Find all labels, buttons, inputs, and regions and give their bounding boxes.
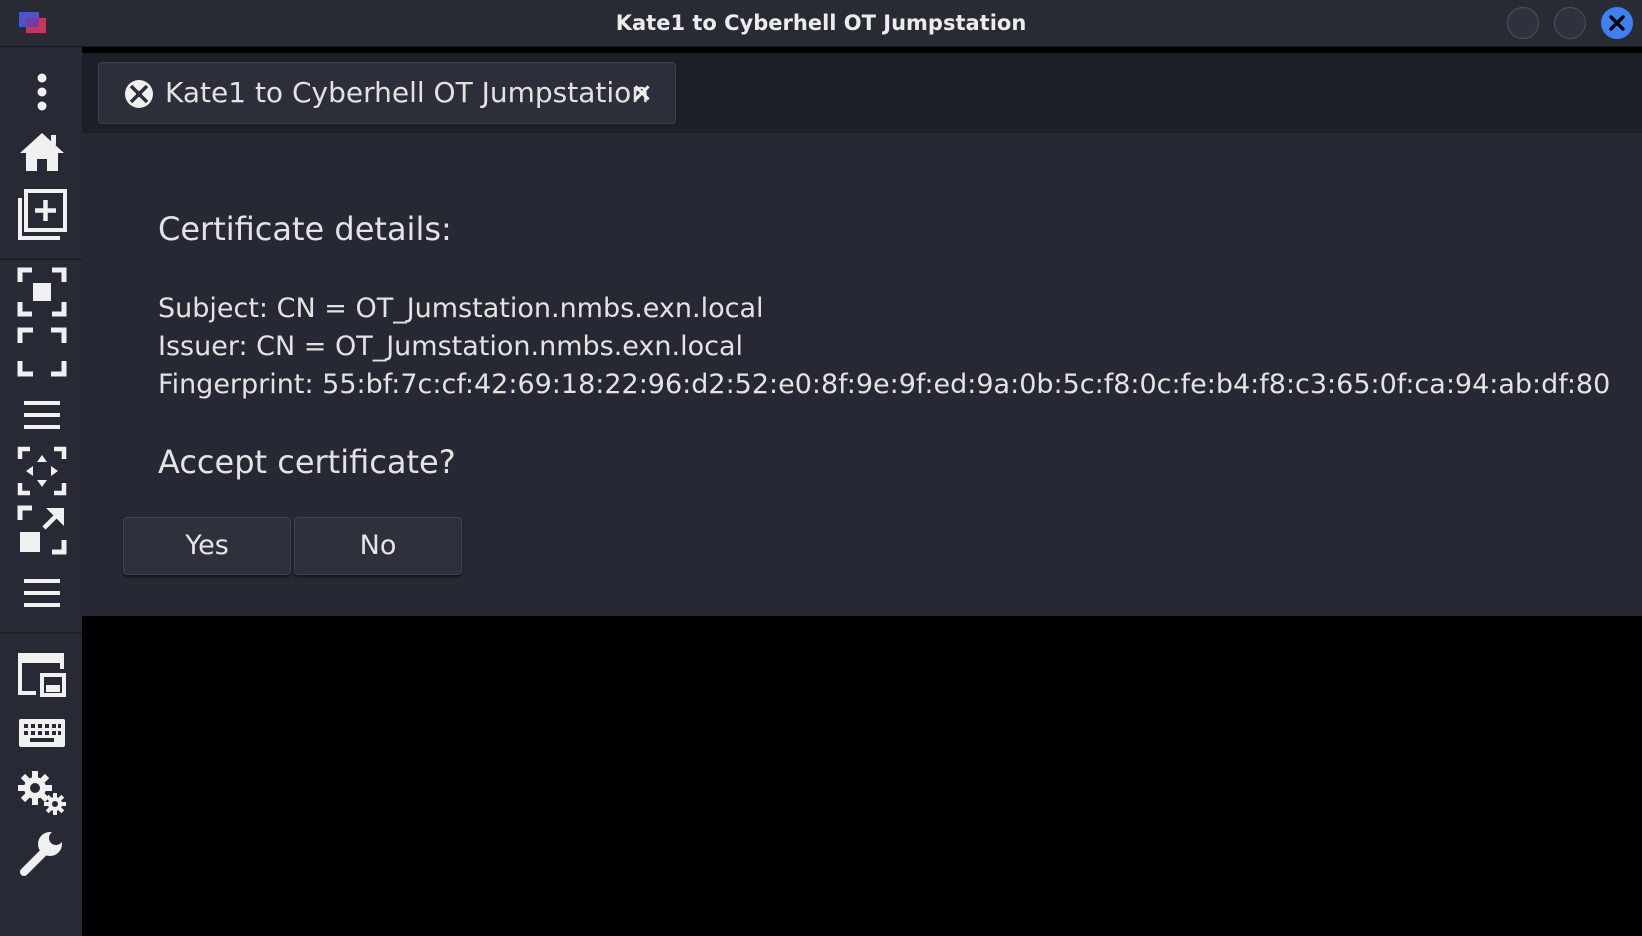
certificate-heading: Certificate details: bbox=[158, 210, 452, 248]
tab-close-button[interactable]: × bbox=[627, 63, 657, 123]
title-bar: Kate1 to Cyberhell OT Jumpstation bbox=[0, 0, 1642, 47]
menu-lines-icon[interactable] bbox=[16, 567, 68, 619]
display-window-icon[interactable] bbox=[16, 649, 68, 701]
close-icon bbox=[1609, 15, 1625, 31]
certificate-fingerprint: Fingerprint: 55:bf:7c:cf:42:69:18:22:96:… bbox=[158, 369, 1611, 400]
sidebar-divider bbox=[0, 258, 82, 260]
new-tab-icon[interactable] bbox=[16, 188, 68, 240]
window-close-button[interactable] bbox=[1601, 7, 1633, 39]
kebab-menu-icon[interactable] bbox=[16, 66, 68, 118]
resize-window-icon[interactable] bbox=[16, 504, 68, 556]
tab-strip: Kate1 to Cyberhell OT Jumpstation × bbox=[82, 53, 1642, 133]
scale-icon[interactable] bbox=[16, 445, 68, 497]
tab-connection[interactable]: Kate1 to Cyberhell OT Jumpstation × bbox=[98, 62, 676, 124]
accept-question: Accept certificate? bbox=[158, 443, 456, 481]
no-button[interactable]: No bbox=[294, 517, 462, 575]
home-icon[interactable] bbox=[16, 126, 68, 178]
keyboard-icon[interactable] bbox=[16, 707, 68, 759]
yes-button[interactable]: Yes bbox=[123, 517, 291, 575]
maximize-button[interactable] bbox=[1554, 7, 1586, 39]
sidebar bbox=[0, 47, 82, 936]
window-title: Kate1 to Cyberhell OT Jumpstation bbox=[615, 11, 1027, 35]
fullscreen-icon[interactable] bbox=[16, 326, 68, 378]
remote-desktop-area[interactable] bbox=[82, 616, 1642, 936]
wrench-icon[interactable] bbox=[16, 826, 68, 878]
sidebar-divider bbox=[0, 632, 82, 634]
settings-gears-icon[interactable] bbox=[16, 766, 68, 818]
minimize-button[interactable] bbox=[1507, 7, 1539, 39]
menu-lines-icon[interactable] bbox=[16, 389, 68, 441]
fit-window-icon[interactable] bbox=[16, 266, 68, 318]
certificate-dialog: Certificate details: Subject: CN = OT_Ju… bbox=[82, 133, 1642, 616]
certificate-issuer: Issuer: CN = OT_Jumstation.nmbs.exn.loca… bbox=[158, 331, 744, 362]
remote-connection-icon bbox=[125, 80, 153, 108]
tab-label: Kate1 to Cyberhell OT Jumpstation bbox=[165, 76, 649, 109]
certificate-subject: Subject: CN = OT_Jumstation.nmbs.exn.loc… bbox=[158, 293, 764, 324]
